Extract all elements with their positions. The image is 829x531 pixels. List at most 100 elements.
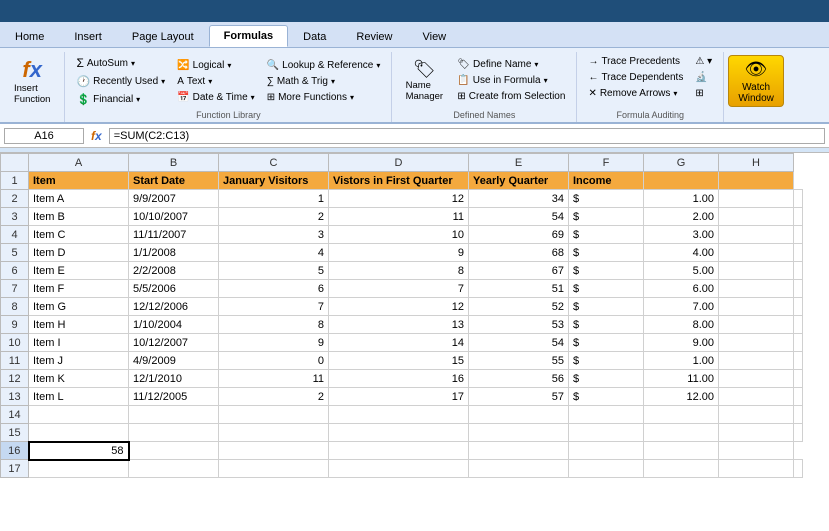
cell-r11-c8[interactable] [794, 352, 803, 370]
header-cell-0[interactable]: Item [29, 172, 129, 190]
col-header-g[interactable]: G [644, 154, 719, 172]
cell-r14-c3[interactable] [329, 406, 469, 424]
cell-r14-c2[interactable] [219, 406, 329, 424]
financial-button[interactable]: 💲 Financial ▾ [71, 91, 170, 108]
cell-r12-dollar[interactable]: $ [569, 370, 644, 388]
cell-r11-dollar[interactable]: $ [569, 352, 644, 370]
cell-r14-c8[interactable] [794, 406, 803, 424]
cell-r4-c1[interactable]: 11/11/2007 [129, 226, 219, 244]
cell-r17-c6[interactable] [644, 460, 719, 478]
cell-r12-c7[interactable] [719, 370, 794, 388]
cell-r17-c3[interactable] [329, 460, 469, 478]
col-header-h[interactable]: H [719, 154, 794, 172]
cell-r2-c4[interactable]: 34 [469, 190, 569, 208]
cell-r11-c3[interactable]: 15 [329, 352, 469, 370]
use-in-formula-button[interactable]: 📋 Use in Formula ▾ [452, 73, 570, 88]
cell-r17-c4[interactable] [469, 460, 569, 478]
cell-r5-dollar[interactable]: $ [569, 244, 644, 262]
cell-r17-c1[interactable] [129, 460, 219, 478]
more-functions-button[interactable]: ⊞ More Functions ▾ [262, 90, 386, 105]
cell-r10-c8[interactable] [794, 334, 803, 352]
cell-r3-dollar[interactable]: $ [569, 208, 644, 226]
cell-r14-c4[interactable] [469, 406, 569, 424]
cell-r5-c1[interactable]: 1/1/2008 [129, 244, 219, 262]
cell-r5-c8[interactable] [794, 244, 803, 262]
cell-r4-c0[interactable]: Item C [29, 226, 129, 244]
cell-r6-c3[interactable]: 8 [329, 262, 469, 280]
cell-r12-c1[interactable]: 12/1/2010 [129, 370, 219, 388]
cell-r3-c7[interactable] [719, 208, 794, 226]
header-cell-4[interactable]: Yearly Quarter [469, 172, 569, 190]
cell-r17-c7[interactable] [719, 460, 794, 478]
autosum-button[interactable]: Σ AutoSum ▾ [71, 54, 170, 72]
spreadsheet[interactable]: A B C D E F G H 1ItemStart DateJanuary V… [0, 153, 829, 478]
cell-r8-c4[interactable]: 52 [469, 298, 569, 316]
create-from-selection-button[interactable]: ⊞ Create from Selection [452, 89, 570, 104]
cell-r11-c1[interactable]: 4/9/2009 [129, 352, 219, 370]
cell-r15-c6[interactable] [644, 424, 719, 442]
date-time-button[interactable]: 📅 Date & Time ▾ [172, 90, 260, 105]
cell-r6-c7[interactable] [719, 262, 794, 280]
cell-r2-c7[interactable] [719, 190, 794, 208]
cell-r14-c6[interactable] [644, 406, 719, 424]
cell-r3-c2[interactable]: 2 [219, 208, 329, 226]
cell-r9-c1[interactable]: 1/10/2004 [129, 316, 219, 334]
cell-r7-c0[interactable]: Item F [29, 280, 129, 298]
col-header-a[interactable]: A [29, 154, 129, 172]
col-header-d[interactable]: D [329, 154, 469, 172]
cell-r10-dollar[interactable]: $ [569, 334, 644, 352]
cell-r10-c6[interactable]: 9.00 [644, 334, 719, 352]
cell-r14-c7[interactable] [719, 406, 794, 424]
cell-r4-c4[interactable]: 69 [469, 226, 569, 244]
cell-r15-c3[interactable] [329, 424, 469, 442]
header-cell-6[interactable] [644, 172, 719, 190]
cell-r12-c8[interactable] [794, 370, 803, 388]
cell-r15-c4[interactable] [469, 424, 569, 442]
tab-view[interactable]: View [407, 25, 461, 47]
error-checking-button[interactable]: ⚠ ▾ [690, 54, 717, 69]
cell-r7-c1[interactable]: 5/5/2006 [129, 280, 219, 298]
cell-r3-c6[interactable]: 2.00 [644, 208, 719, 226]
cell-r9-c3[interactable]: 13 [329, 316, 469, 334]
cell-r2-dollar[interactable]: $ [569, 190, 644, 208]
cell-r10-c4[interactable]: 54 [469, 334, 569, 352]
header-cell-2[interactable]: January Visitors [219, 172, 329, 190]
cell-r9-c6[interactable]: 8.00 [644, 316, 719, 334]
cell-r11-c7[interactable] [719, 352, 794, 370]
cell-r5-c2[interactable]: 4 [219, 244, 329, 262]
cell-r9-c4[interactable]: 53 [469, 316, 569, 334]
cell-16-3[interactable] [329, 442, 469, 460]
function-wizard-button[interactable]: fx [88, 129, 105, 143]
cell-r12-c3[interactable]: 16 [329, 370, 469, 388]
cell-r4-dollar[interactable]: $ [569, 226, 644, 244]
cell-r3-c1[interactable]: 10/10/2007 [129, 208, 219, 226]
col-header-b[interactable]: B [129, 154, 219, 172]
cell-r17-c8[interactable] [794, 460, 803, 478]
trace-dependents-button[interactable]: ← Trace Dependents [583, 70, 688, 85]
cell-r2-c3[interactable]: 12 [329, 190, 469, 208]
selected-cell[interactable]: 58 [29, 442, 129, 460]
cell-r14-c5[interactable] [569, 406, 644, 424]
col-header-c[interactable]: C [219, 154, 329, 172]
cell-r13-c7[interactable] [719, 388, 794, 406]
cell-r13-c8[interactable] [794, 388, 803, 406]
tab-formulas[interactable]: Formulas [209, 25, 289, 47]
cell-r9-c8[interactable] [794, 316, 803, 334]
cell-r8-dollar[interactable]: $ [569, 298, 644, 316]
text-button[interactable]: A Text ▾ [172, 74, 260, 89]
cell-r8-c0[interactable]: Item G [29, 298, 129, 316]
cell-r5-c6[interactable]: 4.00 [644, 244, 719, 262]
cell-r13-c3[interactable]: 17 [329, 388, 469, 406]
cell-r4-c7[interactable] [719, 226, 794, 244]
cell-r7-c3[interactable]: 7 [329, 280, 469, 298]
cell-r4-c6[interactable]: 3.00 [644, 226, 719, 244]
cell-r3-c8[interactable] [794, 208, 803, 226]
name-manager-button[interactable]: 🏷 NameManager [398, 54, 450, 106]
cell-r2-c2[interactable]: 1 [219, 190, 329, 208]
formula-input[interactable] [109, 128, 825, 144]
cell-r7-dollar[interactable]: $ [569, 280, 644, 298]
cell-r8-c8[interactable] [794, 298, 803, 316]
cell-r15-c8[interactable] [794, 424, 803, 442]
cell-r12-c4[interactable]: 56 [469, 370, 569, 388]
header-cell-3[interactable]: Vistors in First Quarter [329, 172, 469, 190]
